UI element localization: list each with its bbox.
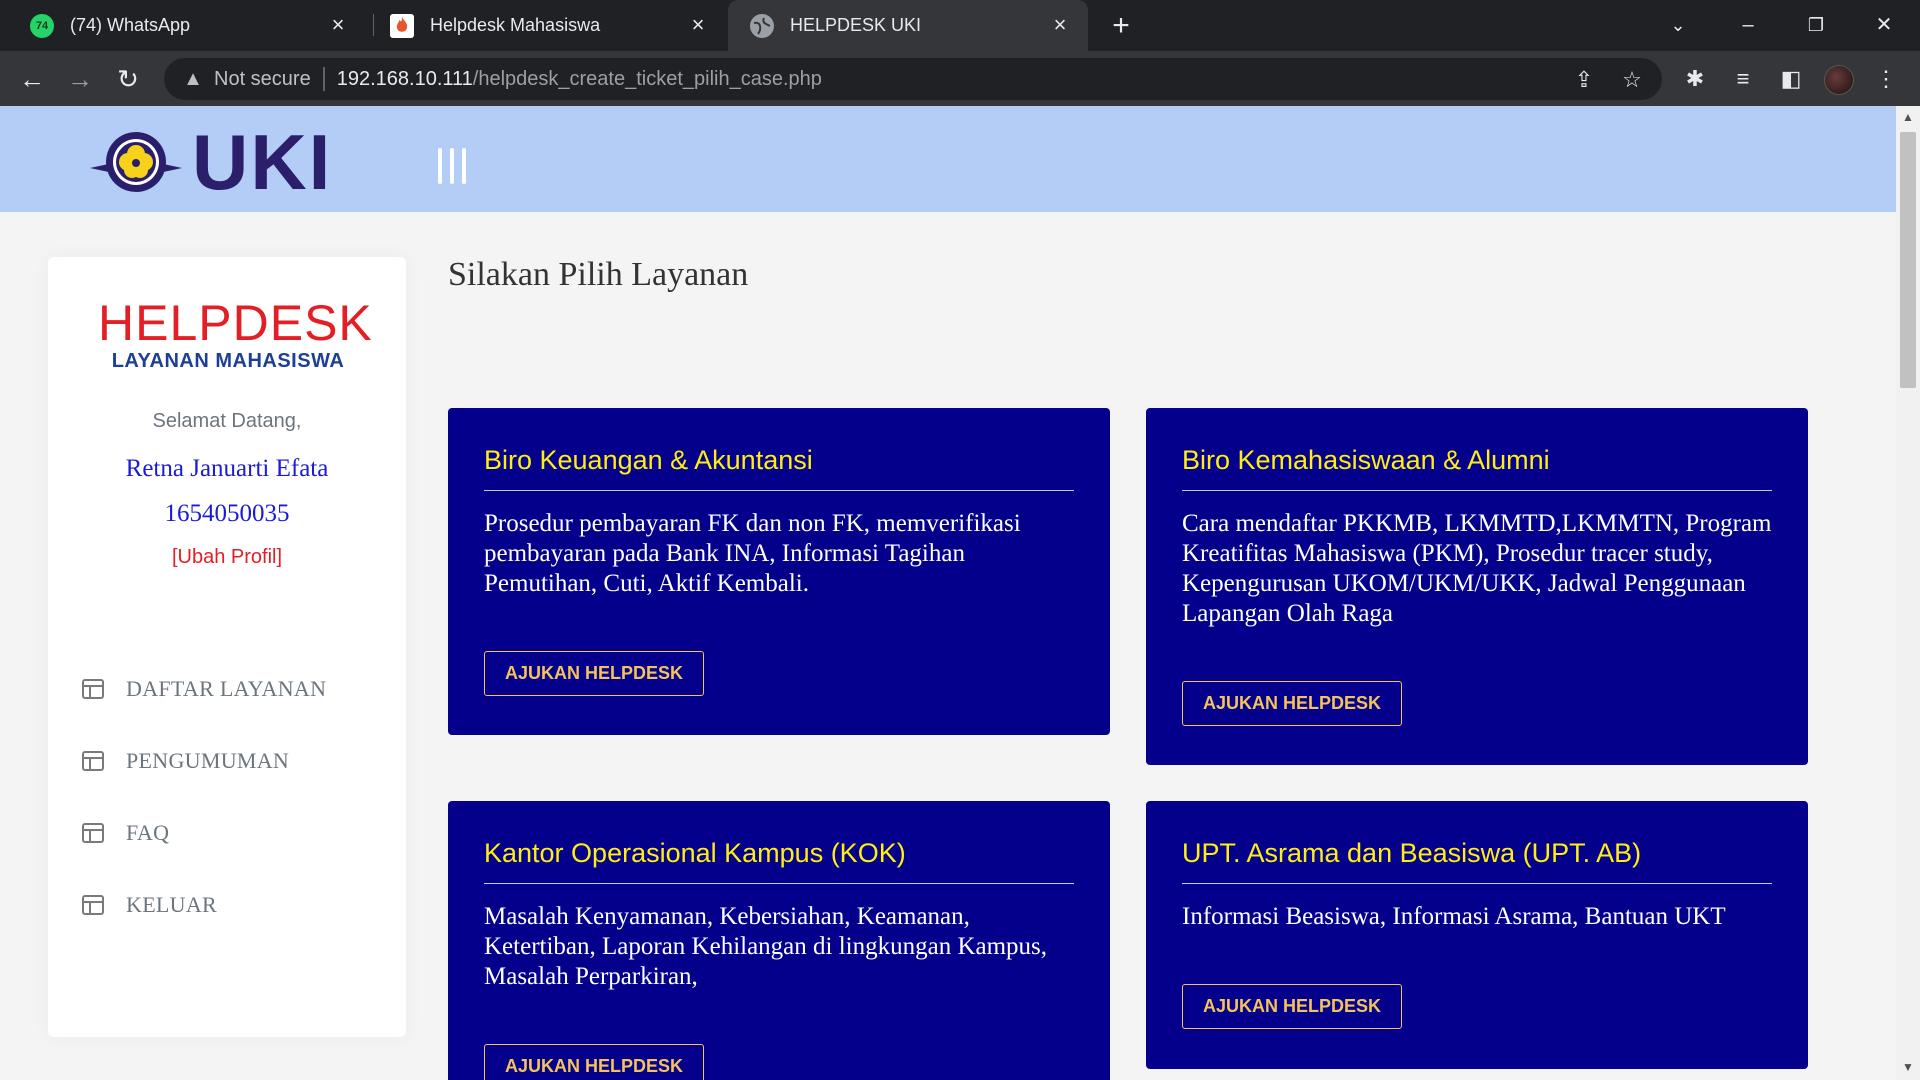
new-tab-button[interactable]: + [1106,11,1136,42]
card-title: Kantor Operasional Kampus (KOK) [484,835,1074,884]
card-description: Cara mendaftar PKKMB, LKMMTD,LKMMTN, Pro… [1182,510,1772,627]
star-icon[interactable]: ☆ [1620,68,1644,92]
card-description: Masalah Kenyamanan, Kebersiahan, Keamana… [484,903,1048,990]
welcome-text: Selamat Datang, [152,410,302,432]
helpdesk-logo: HELPDESK LAYANAN MAHASISWA [98,295,373,373]
close-icon[interactable]: × [686,13,710,37]
tab-whatsapp[interactable]: 74 (74) WhatsApp × [14,0,366,51]
layout-icon [82,895,104,915]
url-host: 192.168.10.111 [336,67,473,90]
sidebar-item-faq[interactable]: FAQ [82,797,382,869]
extensions-icon[interactable]: ✱ [1681,65,1709,93]
submit-helpdesk-button[interactable]: AJUKAN HELPDESK [1182,681,1403,726]
card-description: Informasi Beasiswa, Informasi Asrama, Ba… [1182,903,1726,930]
side-panel-icon[interactable]: ◧ [1777,65,1805,93]
helpdesk-logo-subtitle: LAYANAN MAHASISWA [111,350,345,372]
address-bar[interactable]: ▲ Not secure 192.168.10.111 /helpdesk_cr… [164,58,1662,100]
page-scrollbar[interactable]: ▲ ▼ [1896,106,1920,1080]
bracket-close: ] [276,546,283,568]
globe-icon [750,13,774,38]
site-header: UKI [0,106,1896,212]
sidebar-item-label: FAQ [126,820,170,845]
tab-helpdesk-mahasiswa[interactable]: Helpdesk Mahasiswa × [374,0,726,51]
divider [322,67,325,91]
submit-helpdesk-button[interactable]: AJUKAN HELPDESK [484,1044,705,1080]
share-icon[interactable]: ⇪ [1572,68,1596,92]
url-path: /helpdesk_create_ticket_pilih_case.php [472,67,822,90]
card-title: UPT. Asrama dan Beasiswa (UPT. AB) [1182,835,1772,884]
sidebar-item-label: DAFTAR LAYANAN [126,676,327,701]
edit-profile: [Ubah Profil] [48,546,406,569]
tab-title: HELPDESK UKI [790,15,922,35]
browser-tab-strip: 74 (74) WhatsApp × Helpdesk Mahasiswa × … [0,0,1920,51]
sidebar: HELPDESK LAYANAN MAHASISWA Selamat Datan… [48,257,406,1037]
whatsapp-icon: 74 [30,13,54,38]
card-title: Biro Kemahasiswaan & Alumni [1182,442,1772,491]
sidebar-item-pengumuman[interactable]: PENGUMUMAN [82,725,382,797]
minimize-icon[interactable]: – [1730,8,1766,42]
browser-toolbar: ← → ↻ ▲ Not secure 192.168.10.111 /helpd… [0,51,1920,106]
hamburger-menu-icon[interactable] [438,148,466,184]
user-id: 1654050035 [164,500,290,527]
tab-title: Helpdesk Mahasiswa [430,15,601,35]
profile-avatar[interactable] [1824,65,1854,95]
sidebar-item-keluar[interactable]: KELUAR [82,869,382,941]
user-name: Retna Januarti Efata [125,455,329,482]
menu-kebab-icon[interactable]: ⋮ [1872,65,1900,93]
sidebar-item-daftar-layanan[interactable]: DAFTAR LAYANAN [82,653,382,725]
restore-icon[interactable]: ❐ [1798,8,1834,42]
flame-icon [390,13,414,38]
edit-profile-link[interactable]: Ubah Profil [178,546,277,568]
uki-wordmark: UKI [192,118,333,206]
media-control-icon[interactable]: ≡ [1729,65,1757,93]
submit-helpdesk-button[interactable]: AJUKAN HELPDESK [1182,984,1403,1029]
warning-icon[interactable]: ▲ [182,68,204,90]
helpdesk-logo-title: HELPDESK [98,295,373,351]
service-card-keuangan: Biro Keuangan & Akuntansi Prosedur pemba… [448,408,1110,735]
tab-search-icon[interactable]: ⌄ [1660,8,1696,42]
uki-logo[interactable]: UKI [88,118,368,206]
tab-badge: 74 [35,19,49,32]
scroll-down-icon[interactable]: ▼ [1896,1060,1920,1076]
service-card-kemahasiswaan: Biro Kemahasiswaan & Alumni Cara mendaft… [1146,408,1808,765]
close-icon[interactable]: × [326,13,350,37]
service-card-kok: Kantor Operasional Kampus (KOK) Masalah … [448,801,1110,1080]
reload-icon[interactable]: ↻ [112,63,144,95]
scroll-thumb[interactable] [1900,132,1916,388]
security-label[interactable]: Not secure [214,68,311,91]
back-icon[interactable]: ← [16,63,48,95]
card-description: Prosedur pembayaran FK dan non FK, memve… [484,510,1021,597]
sidebar-menu: DAFTAR LAYANAN PENGUMUMAN FAQ KELUAR [82,653,382,941]
tab-helpdesk-uki[interactable]: HELPDESK UKI × [728,0,1088,51]
sidebar-item-label: KELUAR [126,892,218,917]
close-icon[interactable]: × [1048,13,1072,37]
submit-helpdesk-button[interactable]: AJUKAN HELPDESK [484,651,705,696]
close-window-icon[interactable]: ✕ [1866,8,1902,42]
layout-icon [82,823,104,843]
page-title: Silakan Pilih Layanan [448,256,749,293]
layout-icon [82,751,104,771]
layout-icon [82,679,104,699]
page-viewport: UKI HELPDESK LAYANAN MAHASISWA Selamat D… [0,106,1896,1080]
service-card-asrama-beasiswa: UPT. Asrama dan Beasiswa (UPT. AB) Infor… [1146,801,1808,1069]
uki-emblem-icon [88,124,184,200]
scroll-up-icon[interactable]: ▲ [1896,110,1920,126]
forward-icon[interactable]: → [64,63,96,95]
card-title: Biro Keuangan & Akuntansi [484,442,1074,491]
tab-title: (74) WhatsApp [70,15,191,35]
sidebar-item-label: PENGUMUMAN [126,748,290,773]
